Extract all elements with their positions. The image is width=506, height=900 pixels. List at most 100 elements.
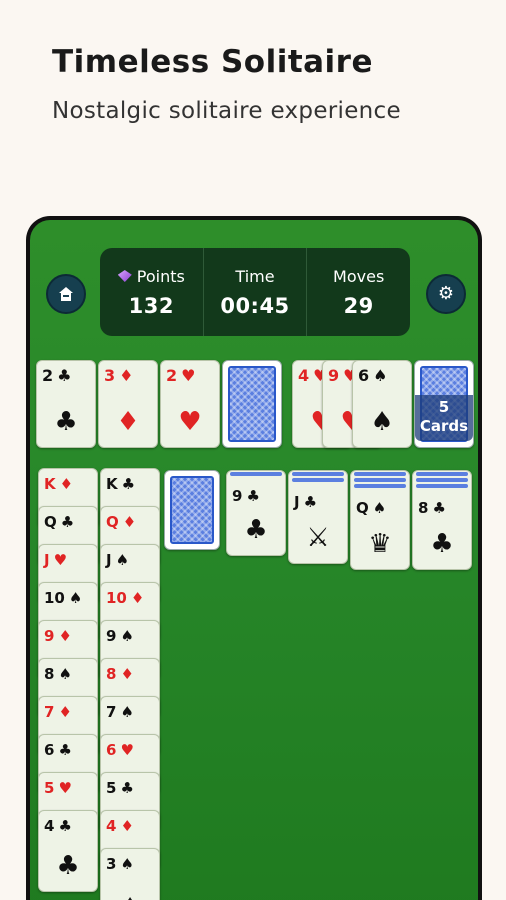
card-suit: ♥ xyxy=(53,551,68,569)
points-label: Points xyxy=(136,266,185,286)
card-rank: Q xyxy=(44,513,57,531)
card-suit: ♣ xyxy=(246,487,260,505)
card-suit: ♥ xyxy=(120,741,134,759)
card-rank: 5 xyxy=(106,779,117,797)
points-value: 132 xyxy=(128,293,174,318)
card-suit: ♣ xyxy=(121,475,136,493)
tableau-card-top[interactable]: 3♠♠ xyxy=(100,848,160,900)
tableau-column-4-card[interactable]: 9 ♣ ♣ xyxy=(226,470,286,556)
tableau-column-3-card-back[interactable] xyxy=(164,470,220,550)
card-suit: ♠ xyxy=(68,589,83,607)
tableau-column-7-back-edge xyxy=(416,472,468,476)
card-rank: 10 xyxy=(106,589,127,607)
card-rank: 9 xyxy=(44,627,55,645)
card-rank: 9 xyxy=(232,487,243,505)
card-suit: ♥ xyxy=(58,779,72,797)
card-suit: ♣ xyxy=(303,493,318,511)
moves-value: 29 xyxy=(343,293,374,318)
tableau-column-5-back-edge xyxy=(292,478,344,482)
card-suit: ♣ xyxy=(57,366,72,385)
card-suit: ♦ xyxy=(122,513,137,531)
points-stat: Points 132 xyxy=(100,248,203,336)
stock-pile[interactable]: 5 Cards xyxy=(414,360,474,448)
card-rank: 5 xyxy=(44,779,55,797)
time-stat: Time 00:45 xyxy=(202,248,307,336)
gear-icon: ⚙ xyxy=(437,283,455,304)
stats-panel: Points 132 Time 00:45 Moves 29 xyxy=(100,248,410,336)
home-icon xyxy=(59,287,73,301)
card-rank: 3 xyxy=(104,366,116,385)
card-rank: Q xyxy=(106,513,119,531)
tableau-column-4-back-edge xyxy=(230,472,282,476)
card-center-suit: ♣ xyxy=(56,851,80,881)
stock-count: 5 xyxy=(438,398,450,416)
card-suit: ♦ xyxy=(59,475,74,493)
card-suit: ♥ xyxy=(181,366,196,385)
card-rank: Q xyxy=(356,499,369,517)
card-rank: K xyxy=(44,475,56,493)
card-rank: J xyxy=(106,551,112,569)
card-rank: K xyxy=(106,475,118,493)
foundation-4-card-back[interactable] xyxy=(222,360,282,448)
card-rank: 4 xyxy=(106,817,117,835)
card-center-suit: ♣ xyxy=(430,529,454,559)
card-face-art: ♛ xyxy=(368,529,392,559)
card-center-suit: ♥ xyxy=(178,407,202,437)
card-rank: 8 xyxy=(106,665,117,683)
card-suit: ♠ xyxy=(120,855,134,873)
foundation-1[interactable]: 2 ♣ ♣ xyxy=(36,360,96,448)
card-suit: ♠ xyxy=(120,703,134,721)
card-suit: ♦ xyxy=(58,703,72,721)
time-value: 00:45 xyxy=(220,293,290,318)
foundation-3[interactable]: 2 ♥ ♥ xyxy=(160,360,220,448)
card-suit: ♠ xyxy=(373,366,388,385)
tableau-card-top[interactable]: 4 ♣ ♣ xyxy=(38,810,98,892)
moves-stat: Moves 29 xyxy=(306,248,410,336)
card-suit: ♣ xyxy=(58,817,72,835)
card-rank: 6 xyxy=(358,366,370,385)
waste-card-top[interactable]: 6 ♠ ♠ xyxy=(352,360,412,448)
home-button[interactable] xyxy=(46,274,86,314)
game-screen: Points 132 Time 00:45 Moves 29 ⚙ 2 ♣ ♣ 3 ♦… xyxy=(26,216,482,900)
tableau-column-6-back-edge xyxy=(354,472,406,476)
card-rank: 10 xyxy=(44,589,65,607)
card-rank: 3 xyxy=(106,855,117,873)
card-center-suit: ♣ xyxy=(244,515,268,545)
tableau-column-6-back-edge xyxy=(354,484,406,488)
tableau-column-5-back-edge xyxy=(292,472,344,476)
card-rank: 6 xyxy=(106,741,117,759)
moves-label: Moves xyxy=(333,266,385,286)
card-suit: ♣ xyxy=(120,779,134,797)
card-rank: 4 xyxy=(298,366,310,385)
card-center-suit: ♠ xyxy=(101,893,159,900)
card-suit: ♠ xyxy=(115,551,130,569)
card-center-suit: ♠ xyxy=(370,407,394,437)
foundation-2[interactable]: 3 ♦ ♦ xyxy=(98,360,158,448)
card-rank: 4 xyxy=(44,817,55,835)
card-suit: ♦ xyxy=(119,366,134,385)
card-rank: 2 xyxy=(166,366,178,385)
gem-icon xyxy=(117,270,132,282)
page-subtitle: Nostalgic solitaire experience xyxy=(52,98,401,124)
card-suit: ♦ xyxy=(120,817,134,835)
tableau-column-5-card[interactable]: J ♣ ⚔ xyxy=(288,470,348,564)
card-rank: J xyxy=(44,551,50,569)
card-suit: ♦ xyxy=(130,589,145,607)
tableau-column-6-back-edge xyxy=(354,478,406,482)
card-rank: 6 xyxy=(44,741,55,759)
card-rank: J xyxy=(294,493,300,511)
card-suit: ♦ xyxy=(58,627,72,645)
card-suit: ♦ xyxy=(120,665,134,683)
settings-button[interactable]: ⚙ xyxy=(426,274,466,314)
tableau-column-7-back-edge xyxy=(416,484,468,488)
time-label: Time xyxy=(235,266,275,286)
card-rank: 2 xyxy=(42,366,54,385)
card-suit: ♠ xyxy=(58,665,72,683)
card-suit: ♠ xyxy=(372,499,387,517)
card-suit: ♣ xyxy=(60,513,75,531)
stock-label: Cards xyxy=(419,417,469,435)
card-center-suit: ♦ xyxy=(116,407,140,437)
card-face-art: ⚔ xyxy=(306,523,330,553)
tableau-column-7-back-edge xyxy=(416,478,468,482)
card-rank: 8 xyxy=(418,499,429,517)
